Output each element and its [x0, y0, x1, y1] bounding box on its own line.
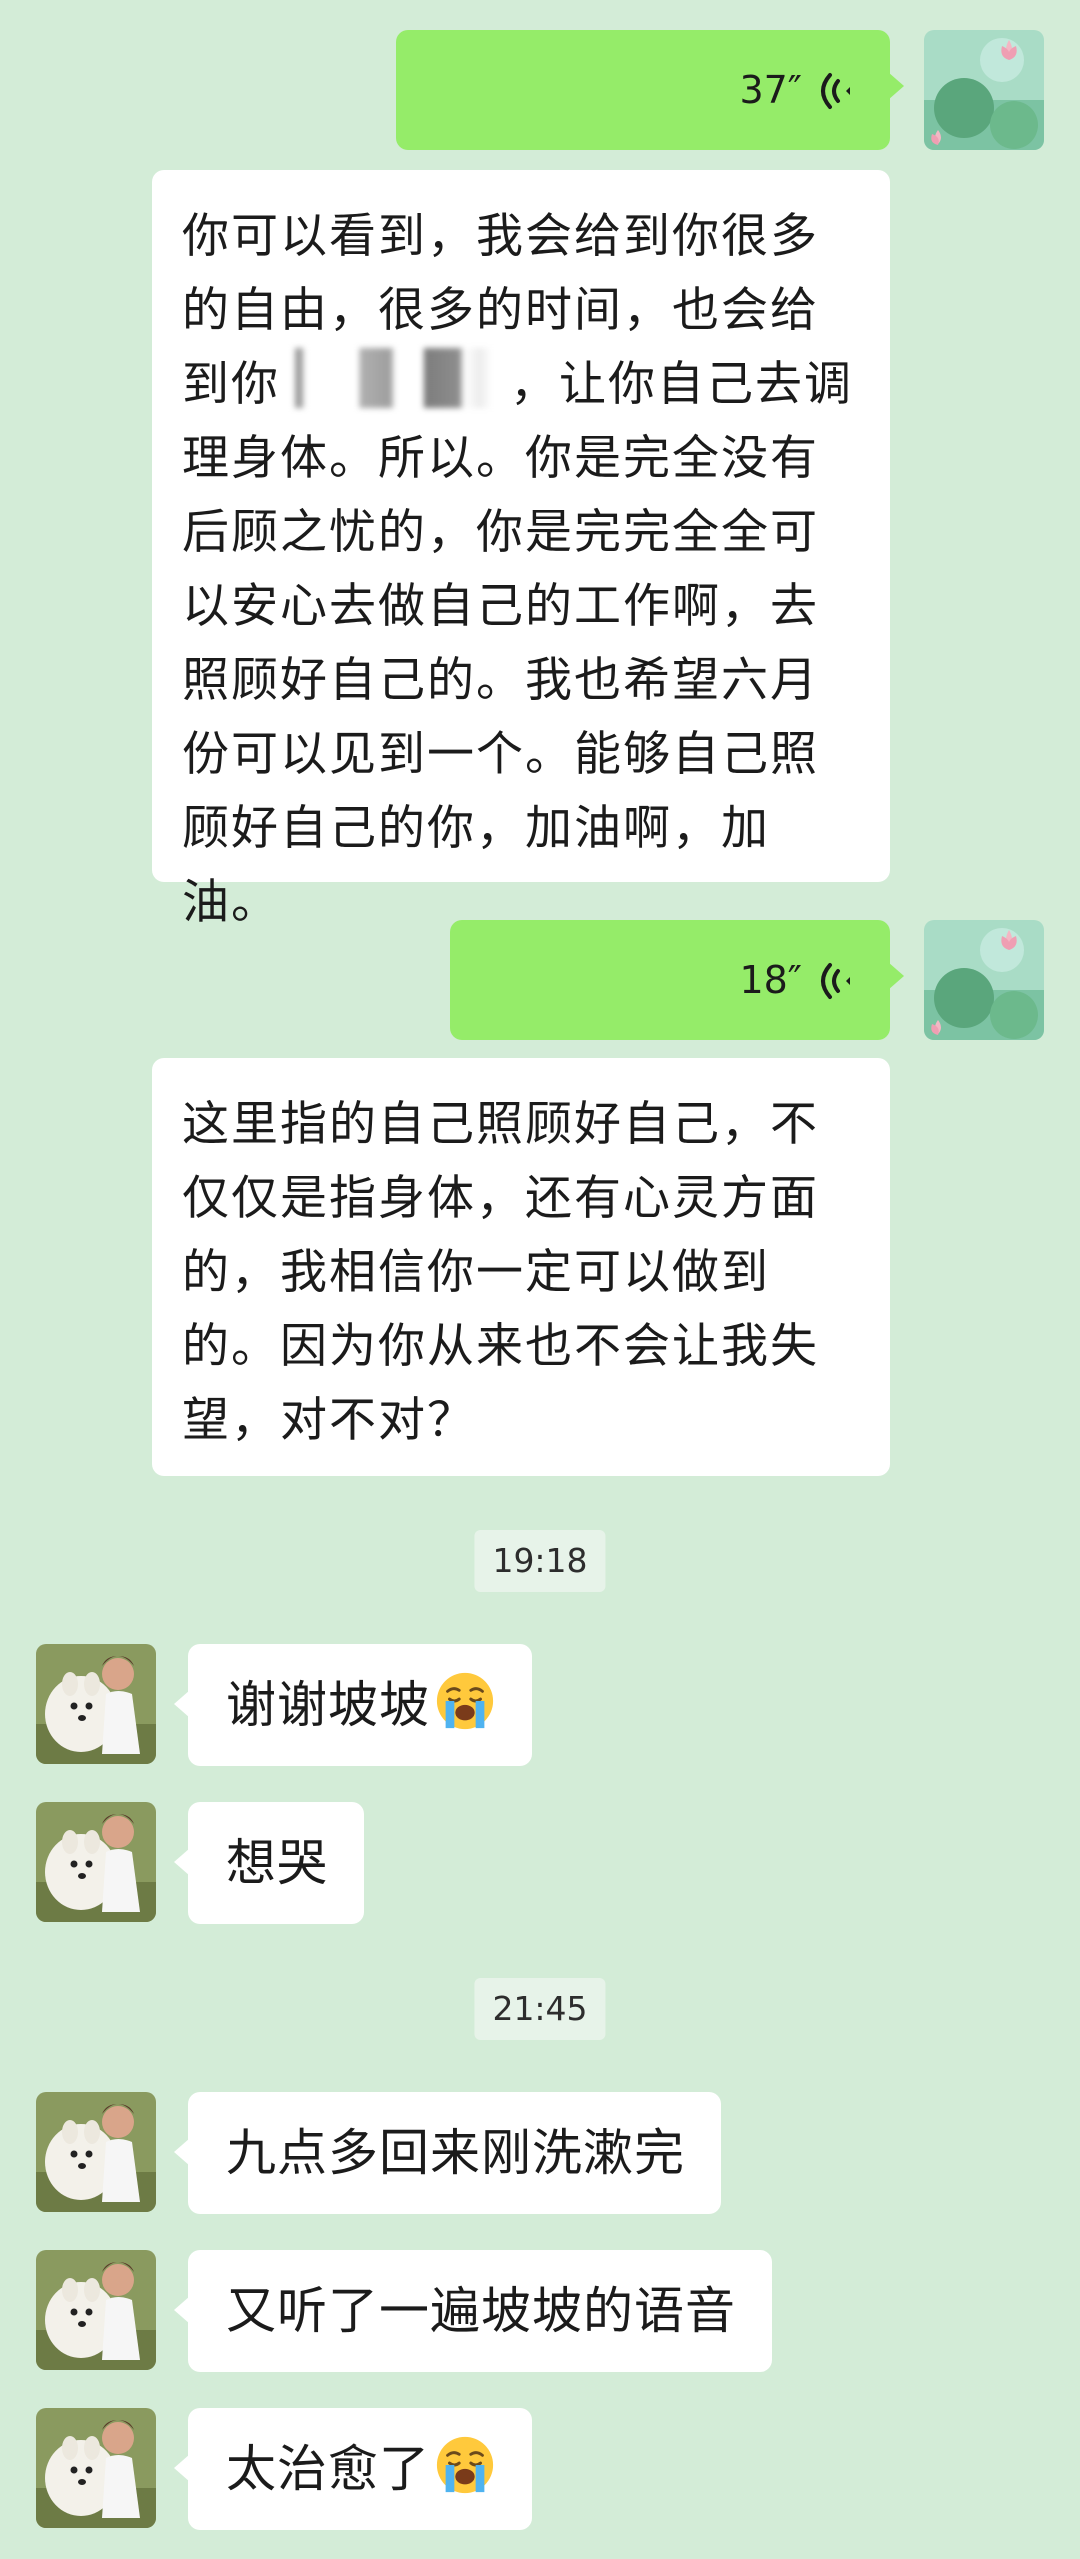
- contact-avatar[interactable]: [36, 2250, 156, 2370]
- loudly-crying-face-icon: [434, 2434, 496, 2496]
- voice-duration: 37″: [739, 68, 802, 112]
- dog-avatar-image: [36, 2408, 156, 2528]
- message-text: 又听了一遍坡坡的语音: [226, 2282, 736, 2340]
- voice-duration: 18″: [739, 958, 802, 1002]
- redacted-text: [280, 348, 510, 408]
- dog-avatar-image: [36, 1644, 156, 1764]
- timestamp: 21:45: [474, 1978, 606, 2040]
- voice-transcription: 这里指的自己照顾好自己，不仅仅是指身体，还有心灵方面的，我相信你一定可以做到的。…: [152, 1058, 890, 1476]
- contact-avatar[interactable]: [36, 1802, 156, 1922]
- dog-avatar-image: [36, 2092, 156, 2212]
- transcription-text: 这里指的自己照顾好自己，不仅仅是指身体，还有心灵方面的，我相信你一定可以做到的。…: [182, 1097, 819, 1448]
- contact-avatar[interactable]: [36, 2092, 156, 2212]
- contact-avatar[interactable]: [36, 2408, 156, 2528]
- message-text: 想哭: [226, 1834, 328, 1892]
- voice-wave-icon: [821, 73, 850, 109]
- incoming-message-bubble[interactable]: 想哭: [174, 1802, 364, 1924]
- voice-wave-icon: [821, 963, 850, 999]
- lotus-avatar-image: [924, 30, 1044, 150]
- voice-transcription: 你可以看到，我会给到你很多的自由，很多的时间，也会给到你 ，让你自己去调理身体。所…: [152, 170, 890, 930]
- dog-avatar-image: [36, 2250, 156, 2370]
- my-avatar[interactable]: [924, 30, 1044, 150]
- dog-avatar-image: [36, 1802, 156, 1922]
- incoming-message-bubble[interactable]: 九点多回来刚洗漱完: [174, 2092, 721, 2214]
- message-text: 太治愈了: [226, 2440, 430, 2498]
- timestamp: 19:18: [474, 1530, 606, 1592]
- loudly-crying-face-icon: [434, 1670, 496, 1732]
- lotus-avatar-image: [924, 920, 1044, 1040]
- voice-message-bubble[interactable]: 37″: [396, 30, 904, 150]
- voice-message-bubble[interactable]: 18″: [450, 920, 904, 1040]
- transcription-text-continued: ，让你自己去调理身体。所以。你是完全没有后顾之忧的，你是完完全全可以安心去做自己…: [182, 357, 853, 930]
- incoming-message-bubble[interactable]: 谢谢坡坡: [174, 1644, 532, 1766]
- message-text: 谢谢坡坡: [226, 1676, 430, 1734]
- incoming-message-bubble[interactable]: 又听了一遍坡坡的语音: [174, 2250, 772, 2372]
- message-text: 九点多回来刚洗漱完: [226, 2124, 685, 2182]
- contact-avatar[interactable]: [36, 1644, 156, 1764]
- incoming-message-bubble[interactable]: 太治愈了: [174, 2408, 532, 2530]
- my-avatar[interactable]: [924, 920, 1044, 1040]
